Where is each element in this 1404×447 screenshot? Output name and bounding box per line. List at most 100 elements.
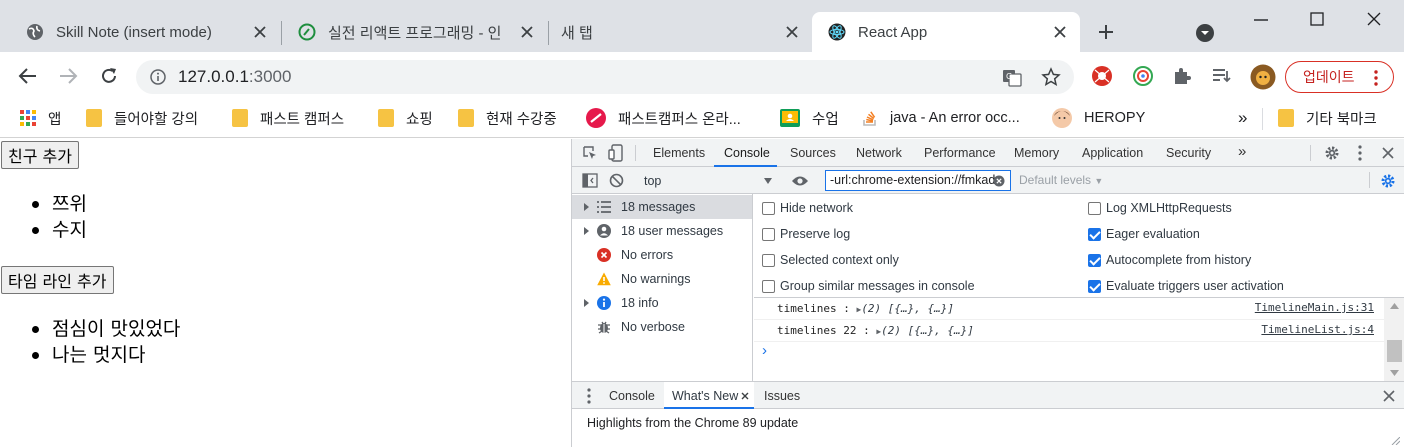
expand-arrow-icon xyxy=(584,203,589,211)
devtools-tab-sources[interactable]: Sources xyxy=(790,146,836,160)
live-expression-eye-icon[interactable] xyxy=(791,175,809,187)
maximize-icon[interactable] xyxy=(1310,12,1324,26)
device-toggle-icon[interactable] xyxy=(608,144,624,162)
close-icon[interactable] xyxy=(1052,24,1068,40)
reload-icon[interactable] xyxy=(99,66,119,86)
devtools-tab-network[interactable]: Network xyxy=(856,146,902,160)
browser-toolbar: 127.0.0.1:3000 G 업데이트 xyxy=(0,52,1404,100)
log-levels-dropdown[interactable]: Default levels ▼ xyxy=(1019,173,1103,187)
reading-list-icon[interactable] xyxy=(1212,67,1232,85)
autocomplete-history-checkbox[interactable]: Autocomplete from history xyxy=(1088,253,1251,267)
bookmark-other[interactable]: 기타 북마크 xyxy=(1278,106,1377,130)
translate-icon[interactable]: G xyxy=(1002,68,1022,88)
devtools-tab-performance[interactable]: Performance xyxy=(924,146,996,160)
tab-react-book[interactable]: 실전 리액트 프로그래밍 - 인 xyxy=(272,12,547,52)
whats-new-highlights: Highlights from the Chrome 89 update xyxy=(587,416,799,430)
close-icon[interactable] xyxy=(519,24,535,40)
devtools-more-tabs[interactable]: » xyxy=(1238,143,1246,160)
console-message[interactable]: timelines : ▶(2) [{…}, {…}] TimelineMain… xyxy=(754,298,1384,320)
bookmark-folder-current[interactable]: 현재 수강중 xyxy=(458,106,557,130)
add-timeline-button[interactable]: 타임 라인 추가 xyxy=(1,266,114,294)
bookmark-folder-fastcampus[interactable]: 패스트 캠퍼스 xyxy=(232,106,344,130)
extension-target-icon[interactable] xyxy=(1132,65,1154,87)
scroll-down-icon[interactable] xyxy=(1390,370,1399,376)
console-message[interactable]: timelines 22 : ▶(2) [{…}, {…}] TimelineL… xyxy=(754,320,1384,342)
drawer-tab-issues[interactable]: Issues xyxy=(764,389,800,403)
console-filter-input[interactable]: -url:chrome-extension://fmkad xyxy=(825,170,1011,191)
info-circle-icon[interactable] xyxy=(150,69,166,85)
forward-arrow-icon[interactable] xyxy=(58,67,78,85)
profile-avatar-icon[interactable] xyxy=(1250,64,1276,90)
bookmark-label: 앱 xyxy=(48,111,62,128)
evaluate-triggers-checkbox[interactable]: Evaluate triggers user activation xyxy=(1088,279,1284,293)
minimize-icon[interactable] xyxy=(1253,18,1269,22)
eager-evaluation-checkbox[interactable]: Eager evaluation xyxy=(1088,227,1200,241)
extensions-puzzle-icon[interactable] xyxy=(1172,66,1192,86)
clear-console-icon[interactable] xyxy=(609,173,624,188)
tab-react-app[interactable]: React App xyxy=(812,12,1080,52)
devtools-tab-security[interactable]: Security xyxy=(1166,146,1211,160)
close-drawer-icon[interactable] xyxy=(1383,390,1395,402)
settings-gear-icon[interactable] xyxy=(1324,145,1340,161)
bookmark-star-icon[interactable] xyxy=(1041,67,1061,87)
bookmark-apps[interactable]: 앱 xyxy=(20,106,61,130)
drawer-tab-console[interactable]: Console xyxy=(609,389,655,403)
window-close-icon[interactable] xyxy=(1367,12,1381,26)
devtools-tab-elements[interactable]: Elements xyxy=(653,146,705,160)
scroll-up-icon[interactable] xyxy=(1390,303,1399,309)
bookmark-stackoverflow[interactable]: java - An error occ... xyxy=(862,106,1020,130)
log-xhr-checkbox[interactable]: Log XMLHttpRequests xyxy=(1088,201,1232,215)
drawer-menu-icon[interactable] xyxy=(587,388,591,404)
devtools-tab-application[interactable]: Application xyxy=(1082,146,1143,160)
bookmark-heropy[interactable]: HEROPY xyxy=(1052,106,1145,130)
sidebar-toggle-icon[interactable] xyxy=(582,173,598,188)
extension-bug-icon[interactable] xyxy=(1091,65,1113,87)
bookmarks-overflow-button[interactable]: » xyxy=(1238,106,1247,130)
context-selector[interactable]: top xyxy=(636,171,776,191)
bookmarks-divider xyxy=(1262,108,1263,130)
add-friend-button[interactable]: 친구 추가 xyxy=(1,141,79,169)
devtools-tab-console[interactable]: Console xyxy=(724,146,770,160)
console-scrollbar[interactable] xyxy=(1384,298,1404,381)
bookmark-classroom[interactable]: 수업 xyxy=(780,106,839,130)
close-icon[interactable] xyxy=(741,392,749,400)
tab-new-tab[interactable]: 새 탭 xyxy=(540,12,812,52)
sidebar-item-warnings[interactable]: No warnings xyxy=(572,267,752,291)
message-object[interactable]: (2) [{…}, {…}] xyxy=(881,324,974,337)
hide-network-checkbox[interactable]: Hide network xyxy=(762,201,853,215)
preserve-log-checkbox[interactable]: Preserve log xyxy=(762,227,850,241)
selected-context-checkbox[interactable]: Selected context only xyxy=(762,253,899,267)
source-link[interactable]: TimelineList.js:4 xyxy=(1261,323,1374,336)
new-tab-plus-icon[interactable] xyxy=(1097,23,1115,41)
group-similar-checkbox[interactable]: Group similar messages in console xyxy=(762,279,975,293)
bookmark-folder-shopping[interactable]: 쇼핑 xyxy=(378,106,433,130)
inspect-element-icon[interactable] xyxy=(582,145,598,161)
sidebar-item-user-messages[interactable]: 18 user messages xyxy=(572,219,752,243)
sidebar-item-info[interactable]: 18 info xyxy=(572,291,752,315)
friend-item: 수지 xyxy=(28,217,87,243)
clear-filter-icon[interactable] xyxy=(993,175,1005,187)
source-link[interactable]: TimelineMain.js:31 xyxy=(1255,301,1374,314)
console-prompt[interactable]: › xyxy=(762,342,1362,362)
update-button[interactable]: 업데이트 xyxy=(1285,61,1394,93)
bookmark-fastcampus-online[interactable]: 패스트캠퍼스 온라... xyxy=(586,106,741,130)
back-arrow-icon[interactable] xyxy=(18,67,38,85)
console-settings-gear-icon[interactable] xyxy=(1380,173,1396,189)
close-icon[interactable] xyxy=(252,24,268,40)
devtools-menu-icon[interactable] xyxy=(1358,145,1362,161)
close-devtools-icon[interactable] xyxy=(1382,147,1394,159)
sidebar-item-errors[interactable]: No errors xyxy=(572,243,752,267)
tab-search-icon[interactable] xyxy=(1195,23,1215,43)
bookmark-folder-lectures[interactable]: 들어야할 강의 xyxy=(86,106,198,130)
tab-skill-note[interactable]: Skill Note (insert mode) xyxy=(0,12,280,52)
folder-icon xyxy=(1278,109,1294,127)
drawer-tab-whats-new[interactable]: What's New xyxy=(664,382,754,409)
sidebar-item-messages[interactable]: 18 messages xyxy=(572,195,752,219)
close-icon[interactable] xyxy=(784,24,800,40)
scroll-thumb[interactable] xyxy=(1387,340,1402,362)
devtools-tab-memory[interactable]: Memory xyxy=(1014,146,1059,160)
message-object[interactable]: (2) [{…}, {…}] xyxy=(861,302,954,315)
console-toolbar: top -url:chrome-extension://fmkad Defaul… xyxy=(572,167,1404,194)
sidebar-item-verbose[interactable]: No verbose xyxy=(572,315,752,339)
address-bar[interactable]: 127.0.0.1:3000 G xyxy=(136,60,1074,94)
